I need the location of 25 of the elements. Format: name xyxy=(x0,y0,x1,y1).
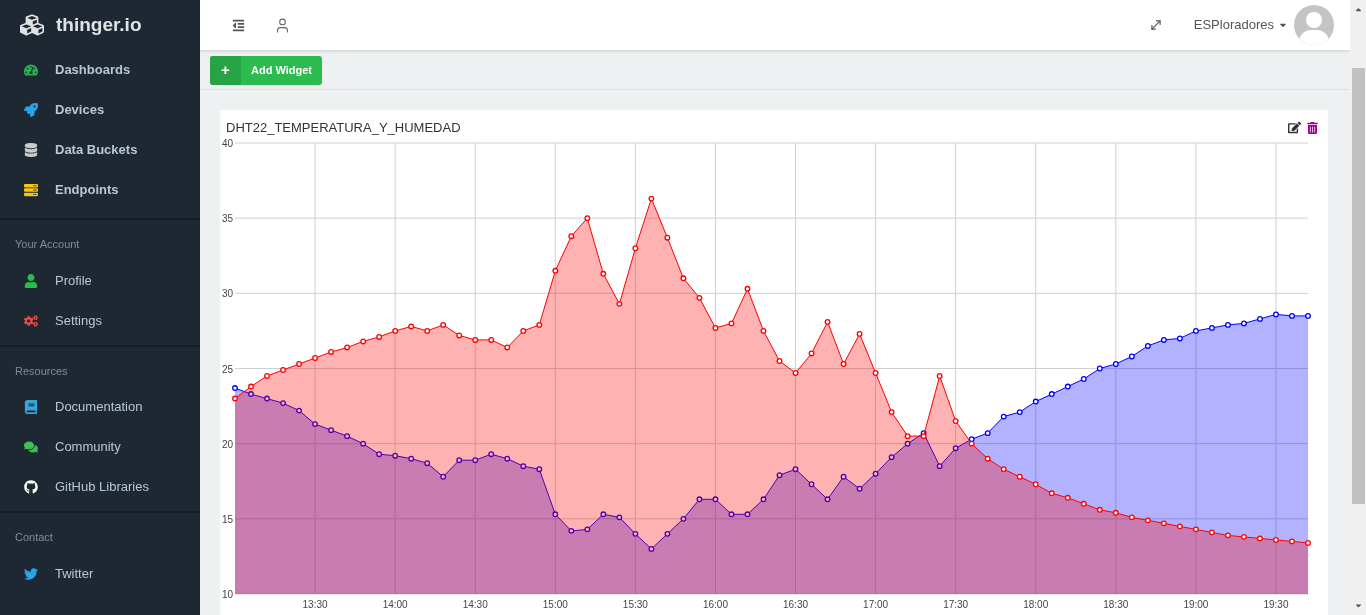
y-tick-label: 40 xyxy=(221,138,233,149)
x-tick-label: 16:30 xyxy=(783,599,809,610)
y-tick-label: 10 xyxy=(221,589,233,600)
y-tick-label: 25 xyxy=(221,363,233,375)
x-tick-label: 18:00 xyxy=(1023,599,1049,610)
brand-name: thinger.io xyxy=(56,12,142,37)
widget-title: DHT22_TEMPERATURA_Y_HUMEDAD xyxy=(226,118,462,137)
x-tick-label: 16:00 xyxy=(702,599,728,610)
section-title: Your Account xyxy=(14,237,81,252)
x-tick-label: 13:30 xyxy=(302,599,328,610)
x-tick-label: 17:30 xyxy=(943,599,969,610)
x-tick-label: 14:00 xyxy=(382,599,408,610)
section-title: Contact xyxy=(14,530,54,545)
x-tick-label: 19:00 xyxy=(1183,599,1209,610)
x-tick-label: 18:30 xyxy=(1103,599,1129,610)
x-tick-label: 14:30 xyxy=(462,599,488,610)
section-title: Resources xyxy=(14,363,69,379)
x-tick-label: 15:00 xyxy=(542,599,568,610)
y-tick-label: 35 xyxy=(221,213,233,225)
y-tick-label: 15 xyxy=(221,513,233,525)
y-tick-label: 30 xyxy=(221,288,233,300)
x-tick-label: 19:30 xyxy=(1263,599,1289,610)
y-tick-label: 20 xyxy=(221,438,233,450)
x-tick-label: 17:00 xyxy=(863,599,889,610)
x-tick-label: 15:30 xyxy=(622,599,648,610)
